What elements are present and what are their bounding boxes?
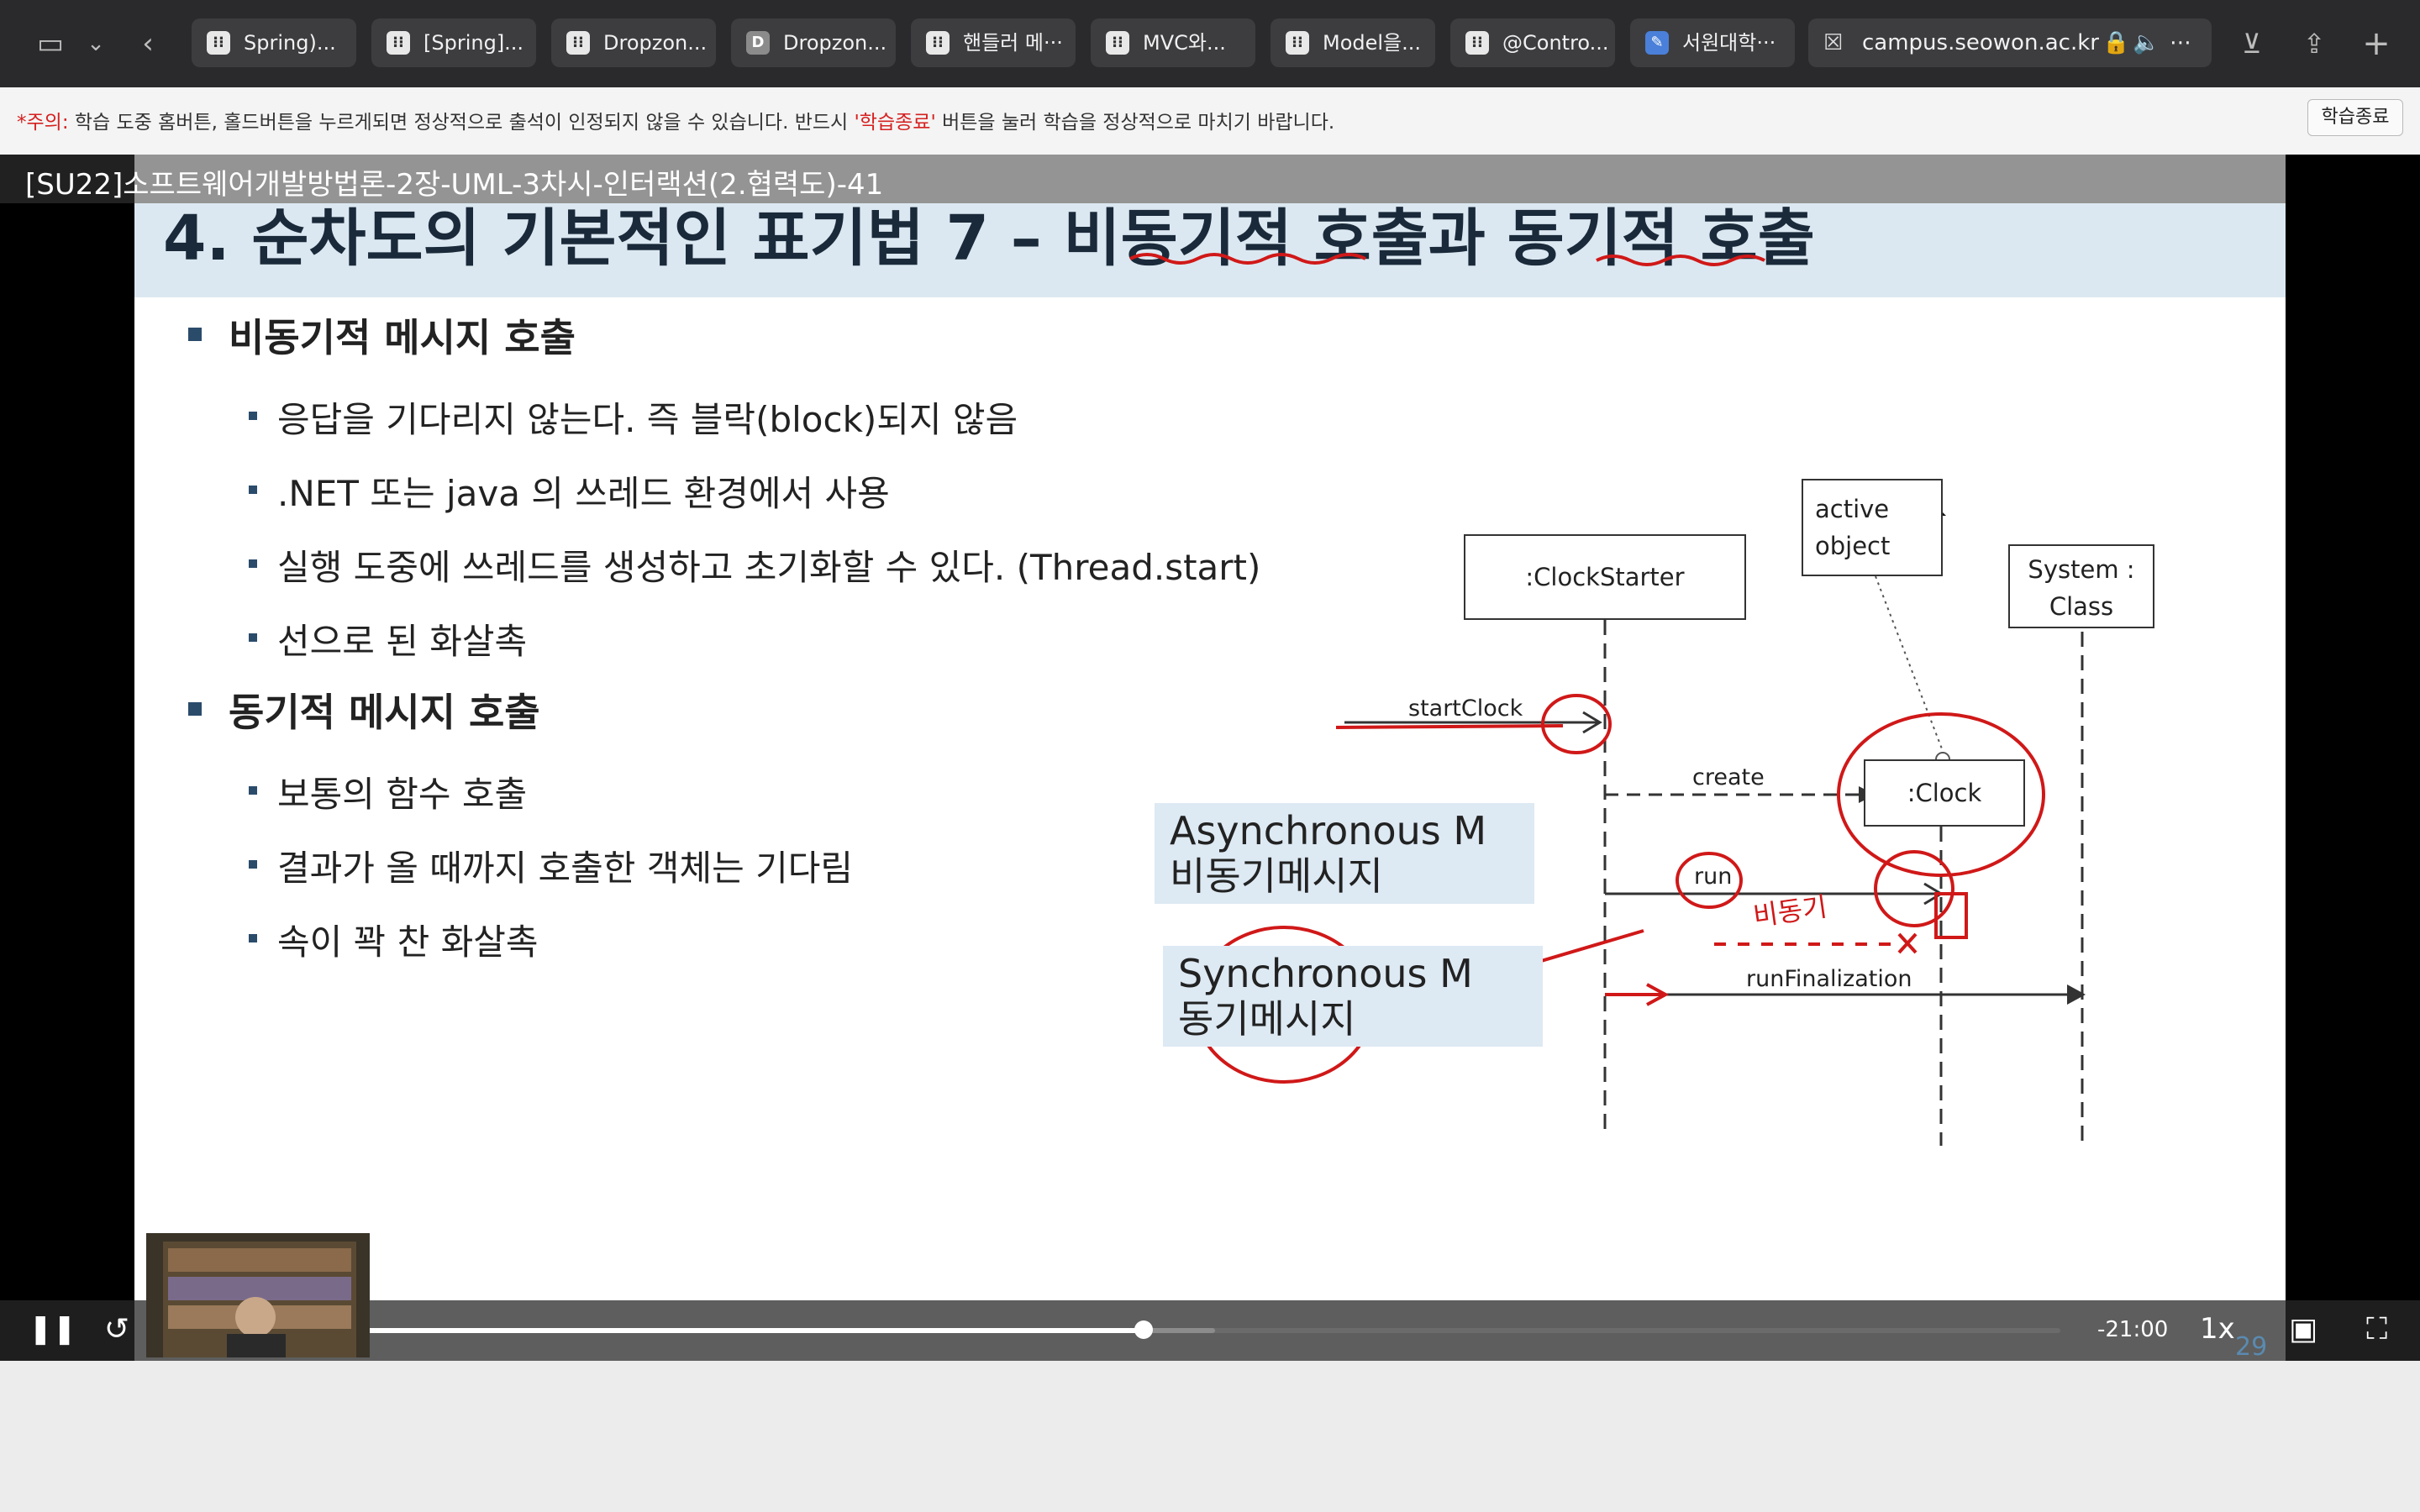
active-object-note: active object <box>1802 479 1943 576</box>
grid-favicon-icon: ⁝⁝ <box>387 31 410 55</box>
more-icon[interactable]: ⋯ <box>2170 18 2191 67</box>
close-tab-icon[interactable]: ☒ <box>1823 18 1843 67</box>
doc-favicon-icon: ✎ <box>1645 31 1669 55</box>
browser-toolbar: ▭ ⌄ ‹ ⁝⁝ Spring)... ⁝⁝ [Spring]... ⁝⁝ Dropz… <box>0 0 2420 87</box>
grid-favicon-icon: ⁝⁝ <box>1465 31 1489 55</box>
d-favicon-icon: D <box>746 31 770 55</box>
tab-1[interactable]: ⁝⁝ [Spring]... <box>371 18 536 67</box>
tab-4[interactable]: ⁝⁝ 핸들러 메··· <box>911 18 1076 67</box>
tab-8[interactable]: ✎ 서원대학··· <box>1630 18 1795 67</box>
slide-page-number: 29 <box>2235 1332 2268 1362</box>
tab-0[interactable]: ⁝⁝ Spring)... <box>192 18 356 67</box>
tab-2[interactable]: ⁝⁝ Dropzon... <box>551 18 716 67</box>
playback-speed-button[interactable]: 1x <box>2200 1312 2235 1346</box>
remaining-time: -21:00 <box>2097 1317 2169 1342</box>
grid-favicon-icon: ⁝⁝ <box>207 31 230 55</box>
back-icon[interactable]: ‹ <box>129 25 166 62</box>
clock-lifeline: :Clock <box>1864 759 2025 827</box>
instructor-webcam <box>146 1233 370 1357</box>
grid-favicon-icon: ⁝⁝ <box>1286 31 1309 55</box>
start-clock-message: startClock <box>1408 696 1523 722</box>
bookshelf-image <box>146 1233 370 1357</box>
tab-5[interactable]: ⁝⁝ MVC와... <box>1091 18 1255 67</box>
notice-prefix: *주의: <box>17 112 69 134</box>
tab-3[interactable]: D Dropzon... <box>731 18 896 67</box>
share-icon[interactable]: ⇪ <box>2296 25 2333 62</box>
audio-icon[interactable]: 🔈 <box>2133 18 2160 67</box>
progress-fill <box>262 1328 1144 1333</box>
end-study-button[interactable]: 학습종료 <box>2307 99 2403 136</box>
async-callout: Asynchronous M 비동기메시지 <box>1155 803 1534 904</box>
download-icon[interactable]: ⊻ <box>2233 25 2270 62</box>
attendance-notice: *주의: 학습 도중 홈버튼, 홀드버튼을 누르게되면 정상적으로 출석이 인정… <box>0 87 2420 155</box>
seek-bar[interactable] <box>262 1320 2060 1339</box>
lecture-slide: 4. 순차도의 기본적인 표기법 7 – 비동기적 호출과 동기적 호출 비동기… <box>134 155 2286 1361</box>
run-finalization-message: runFinalization <box>1746 966 1912 992</box>
seek-handle[interactable] <box>1134 1320 1153 1339</box>
sequence-diagram-lines <box>1193 479 2086 1146</box>
notice-text-end: 버튼을 눌러 학습을 정상적으로 마치기 바랍니다. <box>935 112 1335 134</box>
lock-icon: 🔒 <box>2102 30 2130 55</box>
grid-favicon-icon: ⁝⁝ <box>926 31 950 55</box>
run-message: run <box>1694 864 1733 890</box>
tab-7[interactable]: ⁝⁝ @Contro... <box>1450 18 1615 67</box>
clock-starter-lifeline: :ClockStarter <box>1464 534 1746 620</box>
picture-in-picture-icon[interactable]: ▣ <box>2289 1312 2317 1347</box>
new-tab-icon[interactable]: + <box>2358 25 2395 62</box>
video-title: [SU22]소프트웨어개발방법론-2장-UML-3차시-인터랙션(2.협력도)-… <box>25 168 884 202</box>
create-message: create <box>1692 764 1765 790</box>
rewind-10-icon[interactable]: ↺ <box>104 1312 129 1347</box>
grid-favicon-icon: ⁝⁝ <box>566 31 590 55</box>
fullscreen-icon[interactable]: ⛶ <box>2366 1312 2387 1347</box>
video-title-bar: [SU22]소프트웨어개발방법론-2장-UML-3차시-인터랙션(2.협력도)-… <box>0 155 2286 203</box>
notice-highlight: '학습종료' <box>854 112 936 134</box>
pause-icon[interactable]: ❚❚ <box>29 1312 76 1346</box>
url-text: campus.seowon.ac.kr <box>1862 30 2099 55</box>
tab-6[interactable]: ⁝⁝ Model을... <box>1270 18 1435 67</box>
address-bar[interactable]: ☒ campus.seowon.ac.kr 🔒 🔈 ⋯ <box>1808 18 2212 67</box>
grid-favicon-icon: ⁝⁝ <box>1106 31 1129 55</box>
chevron-down-icon[interactable]: ⌄ <box>77 25 114 62</box>
sync-callout: Synchronous M 동기메시지 <box>1163 946 1543 1047</box>
notice-text: 학습 도중 홈버튼, 홀드버튼을 누르게되면 정상적으로 출석이 인정되지 않을… <box>68 112 855 134</box>
sidebar-toggle-icon[interactable]: ▭ <box>32 25 69 62</box>
video-player[interactable]: [SU22]소프트웨어개발방법론-2장-UML-3차시-인터랙션(2.협력도)-… <box>0 155 2420 1361</box>
system-class-lifeline: System : Class <box>2008 544 2154 628</box>
